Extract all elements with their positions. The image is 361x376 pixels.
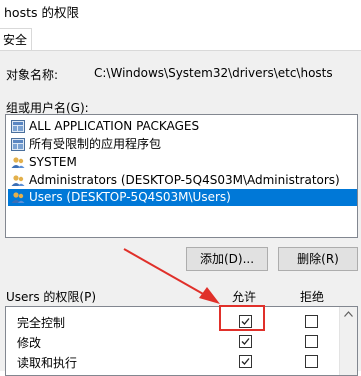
deny-checkbox[interactable]	[305, 335, 318, 348]
permission-name: 读取和执行	[17, 356, 78, 370]
object-path: C:\Windows\System32\drivers\etc\hosts	[94, 66, 333, 80]
add-button[interactable]: 添加(D)...	[186, 247, 268, 271]
users-icon	[11, 175, 25, 186]
list-item-selected[interactable]: Users (DESKTOP-5Q4S03M\Users)	[8, 189, 357, 206]
scroll-up-icon[interactable]	[344, 311, 353, 317]
list-item-label: ALL APPLICATION PACKAGES	[29, 119, 200, 133]
list-item[interactable]: Administrators (DESKTOP-5Q4S03M\Administ…	[8, 172, 357, 189]
deny-checkbox[interactable]	[305, 355, 318, 368]
deny-checkbox[interactable]	[305, 315, 318, 328]
users-icon	[11, 192, 25, 203]
list-item-label: Administrators (DESKTOP-5Q4S03M\Administ…	[29, 173, 340, 187]
annotation-highlight-box	[219, 305, 265, 331]
window-title: hosts 的权限	[4, 5, 79, 20]
groups-listbox[interactable]: ALL APPLICATION PACKAGES 所有受限制的应用程序包 SYS…	[5, 114, 358, 238]
tab-security[interactable]: 安全	[0, 28, 32, 50]
check-icon	[241, 338, 250, 345]
list-item[interactable]: SYSTEM	[8, 154, 357, 171]
list-item[interactable]: ALL APPLICATION PACKAGES	[8, 118, 357, 135]
permission-row: 修改	[6, 331, 341, 353]
list-item[interactable]: 所有受限制的应用程序包	[8, 136, 357, 153]
title-bar: hosts 的权限	[0, 0, 361, 22]
allow-checkbox[interactable]	[239, 335, 252, 348]
users-icon	[11, 157, 25, 168]
group-icon	[11, 138, 25, 151]
permissions-label: Users 的权限(P)	[6, 290, 97, 304]
deny-column-header: 拒绝	[300, 290, 325, 304]
permissions-list: 完全控制 修改 读取和执行	[5, 306, 358, 376]
list-item-label: SYSTEM	[29, 155, 77, 169]
permission-row: 完全控制	[6, 311, 341, 333]
vertical-scrollbar[interactable]	[339, 307, 357, 375]
group-icon	[11, 120, 25, 133]
allow-checkbox[interactable]	[239, 355, 252, 368]
object-name-label: 对象名称:	[6, 68, 59, 82]
check-icon	[241, 358, 250, 365]
list-item-label: Users (DESKTOP-5Q4S03M\Users)	[29, 190, 231, 204]
allow-column-header: 允许	[232, 290, 257, 304]
tab-strip	[0, 22, 361, 51]
remove-button[interactable]: 删除(R)	[278, 247, 358, 271]
list-item-label: 所有受限制的应用程序包	[29, 137, 162, 151]
permission-name: 修改	[17, 336, 42, 350]
permission-name: 完全控制	[17, 316, 66, 330]
